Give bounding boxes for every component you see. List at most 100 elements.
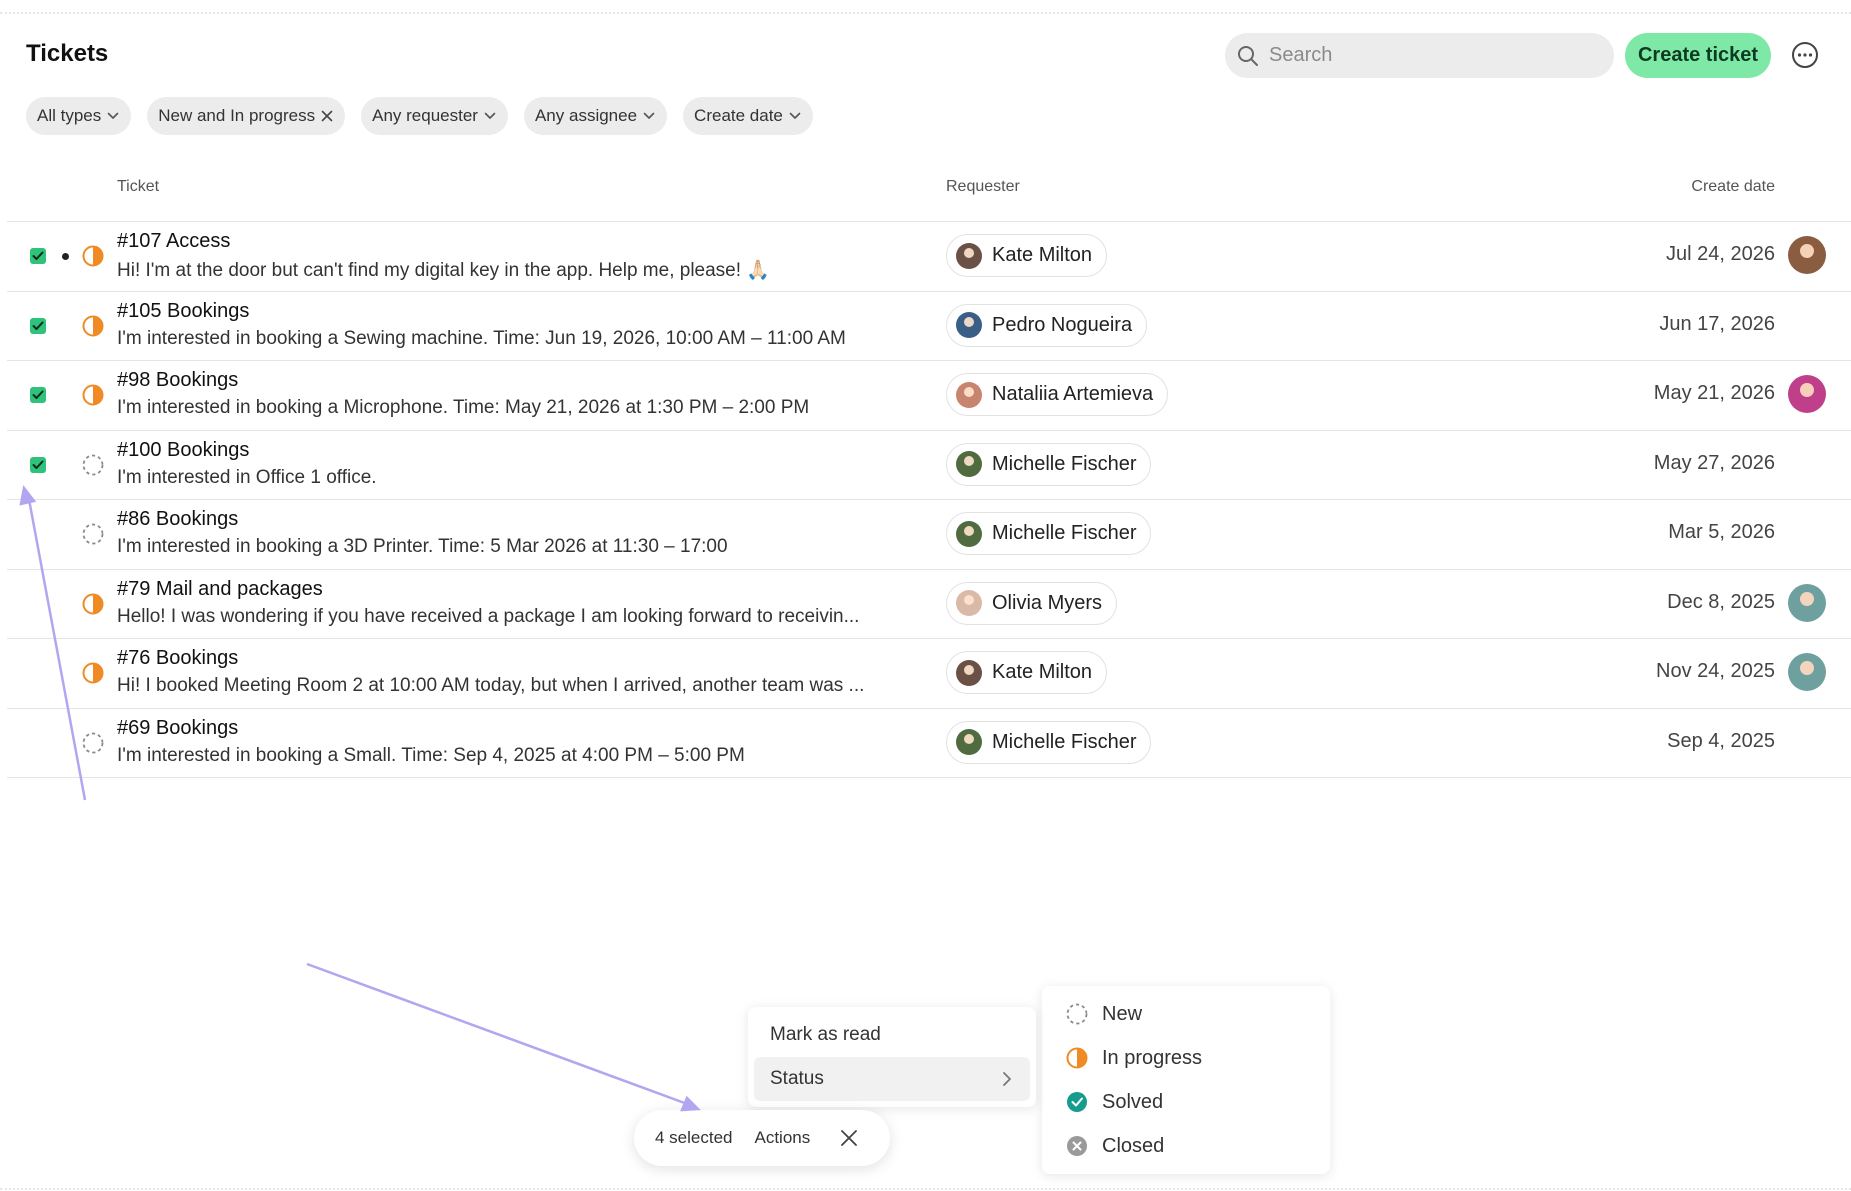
assignee-avatar[interactable] <box>1788 236 1826 274</box>
filter-chip-label: All types <box>37 106 102 125</box>
create-date: Mar 5, 2026 <box>1668 521 1775 543</box>
search-input[interactable] <box>1269 44 1589 67</box>
row-checkbox[interactable] <box>30 248 46 264</box>
requester-chip[interactable]: Kate Milton <box>946 234 1108 277</box>
requester-chip[interactable]: Nataliia Artemieva <box>946 373 1169 416</box>
create-date: Nov 24, 2025 <box>1656 660 1775 682</box>
requester-chip[interactable]: Olivia Myers <box>946 581 1118 625</box>
avatar <box>956 729 982 755</box>
chevron-down-icon <box>789 112 801 119</box>
ticket-description: Hello! I was wondering if you have recei… <box>117 605 860 627</box>
avatar <box>956 451 982 477</box>
status-in-progress-icon <box>82 245 104 267</box>
close-icon[interactable] <box>321 110 333 122</box>
ticket-title: #86 Bookings <box>117 508 239 530</box>
row-checkbox[interactable] <box>30 387 46 403</box>
requester-name: Kate Milton <box>992 661 1093 683</box>
unread-dot-icon <box>62 253 69 260</box>
filter-chip-label: New and In progress <box>158 106 316 125</box>
filter-chip[interactable]: New and In progress <box>147 97 346 135</box>
ticket-status <box>82 732 104 759</box>
status-option-solved[interactable]: Solved <box>1042 1080 1330 1124</box>
more-horizontal-icon <box>1792 42 1818 68</box>
table-row[interactable]: #69 Bookings I'm interested in booking a … <box>0 708 1851 777</box>
status-menu-item[interactable]: Status <box>754 1057 1030 1101</box>
actions-menu: Mark as read Status <box>748 1007 1036 1107</box>
assignee-avatar[interactable] <box>1788 653 1826 691</box>
filter-bar: All types New and In progress Any requeste… <box>26 97 813 135</box>
status-new-icon <box>82 523 104 545</box>
annotation-arrow-selection-bar <box>306 962 701 1112</box>
create-date: Jun 17, 2026 <box>1659 312 1775 335</box>
ticket-title: #79 Mail and packages <box>117 577 323 600</box>
table-row[interactable]: #86 Bookings I'm interested in booking a … <box>0 499 1851 568</box>
assignee-avatar[interactable] <box>1788 375 1826 413</box>
requester-chip[interactable]: Pedro Nogueira <box>946 303 1148 347</box>
ticket-status <box>82 523 104 550</box>
search-icon <box>1238 45 1258 66</box>
ticket-description: Hi! I'm at the door but can't find my di… <box>117 260 770 281</box>
status-option-closed[interactable]: Closed <box>1042 1124 1330 1168</box>
table-row[interactable]: #107 Access Hi! I'm at the door but can't… <box>0 221 1851 290</box>
avatar <box>956 312 982 338</box>
ticket-description: I'm interested in Office 1 office. <box>117 466 377 488</box>
ticket-title: #69 Bookings <box>117 716 239 739</box>
ticket-description: I'm interested in booking a Sewing machi… <box>117 327 846 349</box>
status-option-new[interactable]: New <box>1042 992 1330 1036</box>
clear-selection-button[interactable] <box>840 1129 858 1147</box>
column-header-ticket[interactable]: Ticket <box>117 178 159 196</box>
ticket-title: #105 Bookings <box>117 299 250 322</box>
column-header-create-date[interactable]: Create date <box>1691 178 1775 196</box>
status-option-label: New <box>1102 1002 1143 1025</box>
avatar <box>956 520 982 547</box>
table-row[interactable]: #76 Bookings Hi! I booked Meeting Room 2 … <box>0 638 1851 707</box>
avatar <box>956 381 982 408</box>
status-in-progress-icon <box>82 662 104 684</box>
avatar <box>956 242 982 269</box>
bottom-divider <box>0 1188 1851 1190</box>
requester-chip[interactable]: Michelle Fischer <box>946 512 1152 555</box>
requester-chip[interactable]: Michelle Fischer <box>946 442 1152 486</box>
ticket-description: I'm interested in booking a 3D Printer. … <box>117 536 728 557</box>
create-date: May 27, 2026 <box>1653 451 1775 474</box>
create-date: May 21, 2026 <box>1653 382 1775 404</box>
mark-as-read-menu-item[interactable]: Mark as read <box>754 1013 1030 1057</box>
requester-name: Michelle Fischer <box>992 730 1137 753</box>
selection-bar: 4 selected Actions <box>634 1110 890 1166</box>
filter-chip-label: Create date <box>694 106 783 125</box>
table-row[interactable]: #98 Bookings I'm interested in booking a … <box>0 360 1851 429</box>
filter-chip[interactable]: All types <box>26 97 132 135</box>
requester-name: Michelle Fischer <box>992 452 1137 475</box>
status-in-progress-icon <box>82 315 104 336</box>
chevron-down-icon <box>484 112 496 119</box>
ticket-status <box>82 245 104 272</box>
status-submenu: New In progress Solved Closed <box>1042 986 1330 1174</box>
filter-chip[interactable]: Create date <box>683 97 813 135</box>
avatar <box>956 659 982 686</box>
ticket-title: #100 Bookings <box>117 438 250 461</box>
assignee-avatar[interactable] <box>1788 583 1826 622</box>
actions-button[interactable]: Actions <box>755 1128 811 1148</box>
create-ticket-button[interactable]: Create ticket <box>1625 33 1771 78</box>
close-icon <box>841 1130 858 1146</box>
filter-chip[interactable]: Any requester <box>361 97 508 135</box>
requester-chip[interactable]: Michelle Fischer <box>946 720 1152 764</box>
table-row[interactable]: #79 Mail and packages Hello! I was wonder… <box>0 569 1851 638</box>
create-date: Jul 24, 2026 <box>1666 243 1775 265</box>
filter-chip[interactable]: Any assignee <box>523 97 668 135</box>
requester-name: Nataliia Artemieva <box>992 383 1154 405</box>
requester-chip[interactable]: Kate Milton <box>946 651 1108 694</box>
table-row[interactable]: #100 Bookings I'm interested in Office 1 … <box>0 430 1851 499</box>
column-header-requester[interactable]: Requester <box>946 178 1020 196</box>
row-checkbox[interactable] <box>30 317 46 334</box>
requester-name: Michelle Fischer <box>992 522 1137 544</box>
more-options-button[interactable] <box>1790 40 1820 70</box>
row-checkbox[interactable] <box>30 456 46 473</box>
table-row[interactable]: #105 Bookings I'm interested in booking a… <box>0 291 1851 360</box>
ticket-description: I'm interested in booking a Microphone. … <box>117 397 810 418</box>
ticket-status <box>82 593 104 620</box>
search-box[interactable] <box>1225 33 1614 78</box>
status-option-in-progress[interactable]: In progress <box>1042 1036 1330 1080</box>
status-in-progress-icon <box>82 593 104 614</box>
selected-count: 4 selected <box>655 1128 733 1147</box>
